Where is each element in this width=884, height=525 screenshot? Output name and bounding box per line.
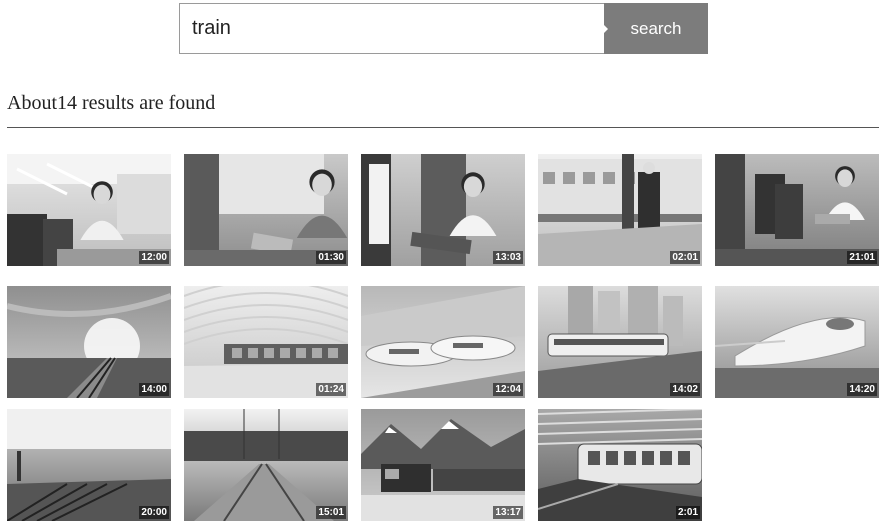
video-duration: 14:00 <box>139 383 169 396</box>
video-duration: 12:00 <box>139 251 169 264</box>
video-thumbnail[interactable]: 13:17 <box>361 409 525 521</box>
video-duration: 13:03 <box>493 251 523 264</box>
results-summary: About14 results are found <box>7 92 216 114</box>
video-duration: 15:01 <box>316 506 346 519</box>
video-preview-image <box>538 286 702 398</box>
video-duration: 14:20 <box>847 383 877 396</box>
video-thumbnail[interactable]: 14:02 <box>538 286 702 398</box>
video-thumbnail[interactable]: 13:03 <box>361 154 525 266</box>
video-preview-image <box>538 154 702 266</box>
video-preview-image <box>184 154 348 266</box>
video-preview-image <box>184 286 348 398</box>
video-preview-image <box>361 286 525 398</box>
video-preview-image <box>361 154 525 266</box>
video-thumbnail[interactable]: 2:01 <box>538 409 702 521</box>
video-preview-image <box>7 409 171 521</box>
video-preview-image <box>7 154 171 266</box>
video-preview-image <box>361 409 525 521</box>
video-preview-image <box>7 286 171 398</box>
video-duration: 20:00 <box>139 506 169 519</box>
video-thumbnail[interactable]: 14:20 <box>715 286 879 398</box>
video-thumbnail[interactable]: 15:01 <box>184 409 348 521</box>
search-button[interactable]: search <box>603 3 708 54</box>
video-duration: 02:01 <box>670 251 700 264</box>
video-duration: 21:01 <box>847 251 877 264</box>
search-box <box>179 3 605 54</box>
video-preview-image <box>715 286 879 398</box>
video-thumbnail[interactable]: 02:01 <box>538 154 702 266</box>
video-duration: 01:24 <box>316 383 346 396</box>
video-thumbnail[interactable]: 12:04 <box>361 286 525 398</box>
divider <box>7 127 879 128</box>
video-thumbnail[interactable]: 14:00 <box>7 286 171 398</box>
video-duration: 01:30 <box>316 251 346 264</box>
caret-right-icon <box>603 24 608 34</box>
search-input[interactable] <box>192 4 592 53</box>
video-thumbnail[interactable]: 21:01 <box>715 154 879 266</box>
video-duration: 13:17 <box>493 506 523 519</box>
video-duration: 12:04 <box>493 383 523 396</box>
video-thumbnail[interactable]: 12:00 <box>7 154 171 266</box>
video-thumbnail[interactable]: 20:00 <box>7 409 171 521</box>
video-preview-image <box>715 154 879 266</box>
video-preview-image <box>184 409 348 521</box>
video-duration: 2:01 <box>675 506 700 519</box>
video-preview-image <box>538 409 702 521</box>
search-button-label: search <box>630 18 682 38</box>
video-duration: 14:02 <box>670 383 700 396</box>
video-thumbnail[interactable]: 01:30 <box>184 154 348 266</box>
video-thumbnail[interactable]: 01:24 <box>184 286 348 398</box>
